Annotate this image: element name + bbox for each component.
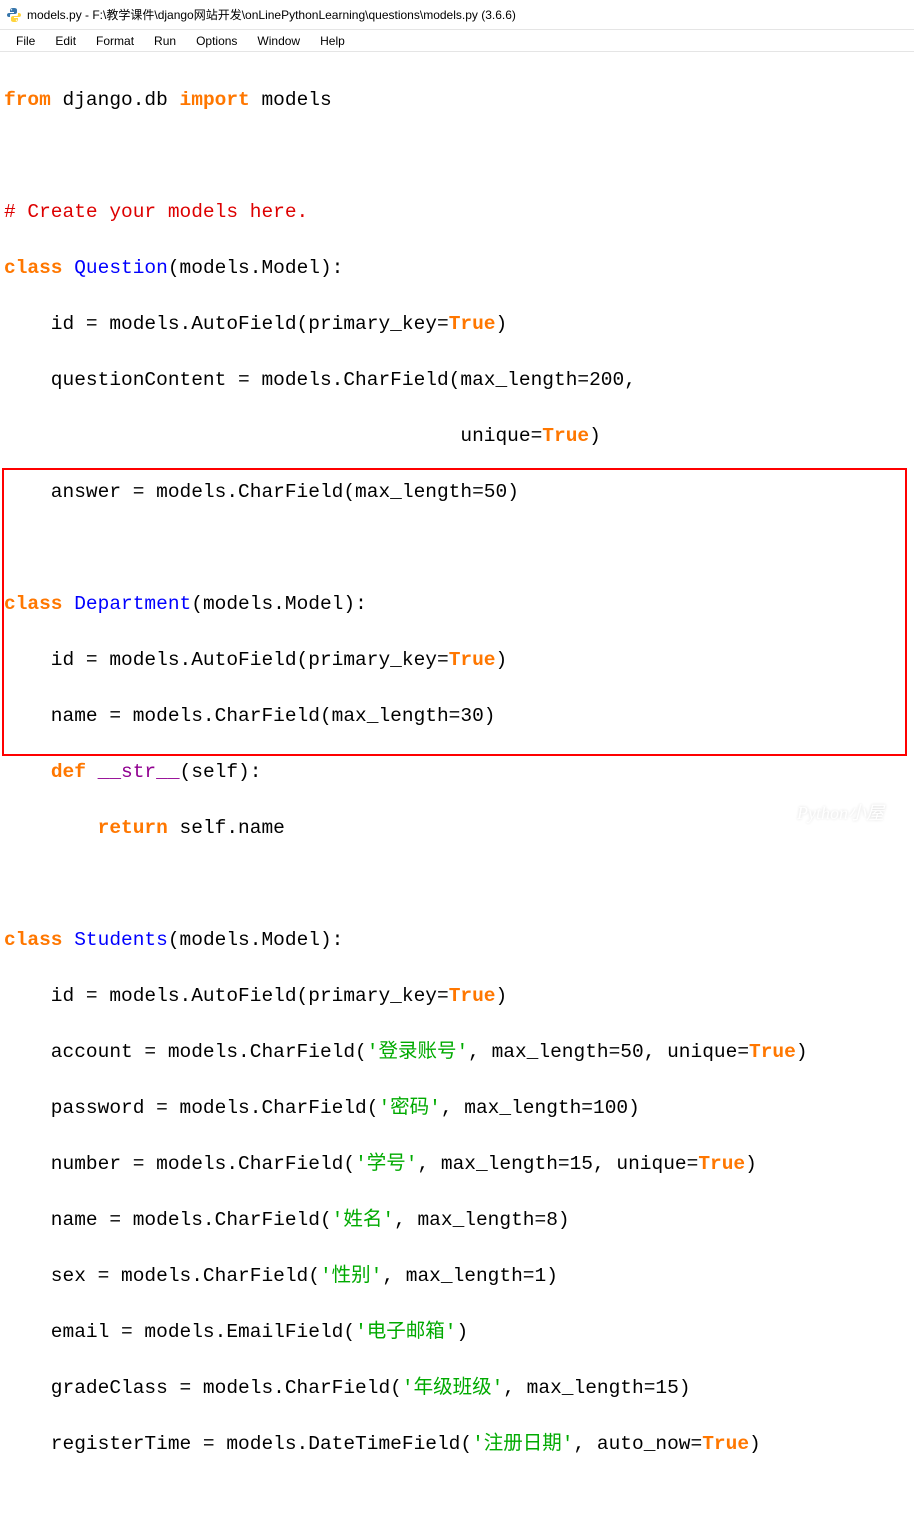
wechat-icon	[757, 800, 791, 824]
code-line	[4, 534, 910, 562]
code-line	[4, 142, 910, 170]
menu-help[interactable]: Help	[310, 32, 355, 50]
code-line: password = models.CharField('密码', max_le…	[4, 1094, 910, 1122]
code-line: class Question(models.Model):	[4, 254, 910, 282]
watermark: Python小屋	[757, 799, 884, 825]
code-line: class Students(models.Model):	[4, 926, 910, 954]
code-line: id = models.AutoField(primary_key=True)	[4, 982, 910, 1010]
code-line: def __str__(self):	[4, 758, 910, 786]
code-line: registerTime = models.DateTimeField('注册日…	[4, 1430, 910, 1458]
watermark-text: Python小屋	[797, 799, 884, 825]
menu-options[interactable]: Options	[186, 32, 247, 50]
code-line: number = models.CharField('学号', max_leng…	[4, 1150, 910, 1178]
menu-run[interactable]: Run	[144, 32, 186, 50]
code-line: gradeClass = models.CharField('年级班级', ma…	[4, 1374, 910, 1402]
code-line: sex = models.CharField('性别', max_length=…	[4, 1262, 910, 1290]
code-line	[4, 870, 910, 898]
menubar: File Edit Format Run Options Window Help	[0, 30, 914, 52]
code-line: # Create your models here.	[4, 198, 910, 226]
menu-file[interactable]: File	[6, 32, 45, 50]
code-line: unique=True)	[4, 422, 910, 450]
menu-format[interactable]: Format	[86, 32, 144, 50]
menu-window[interactable]: Window	[247, 32, 310, 50]
code-line: name = models.CharField(max_length=30)	[4, 702, 910, 730]
code-line: class Department(models.Model):	[4, 590, 910, 618]
python-icon	[6, 7, 22, 23]
window-title: models.py - F:\教学课件\django网站开发\onLinePyt…	[27, 6, 516, 23]
code-line: name = models.CharField('姓名', max_length…	[4, 1206, 910, 1234]
code-line: questionContent = models.CharField(max_l…	[4, 366, 910, 394]
code-line: email = models.EmailField('电子邮箱')	[4, 1318, 910, 1346]
window-titlebar: models.py - F:\教学课件\django网站开发\onLinePyt…	[0, 0, 914, 30]
code-line: answer = models.CharField(max_length=50)	[4, 478, 910, 506]
code-line: from django.db import models	[4, 86, 910, 114]
code-line: account = models.CharField('登录账号', max_l…	[4, 1038, 910, 1066]
code-line: id = models.AutoField(primary_key=True)	[4, 310, 910, 338]
menu-edit[interactable]: Edit	[45, 32, 86, 50]
code-line: id = models.AutoField(primary_key=True)	[4, 646, 910, 674]
code-editor[interactable]: from django.db import models # Create yo…	[0, 52, 914, 1520]
